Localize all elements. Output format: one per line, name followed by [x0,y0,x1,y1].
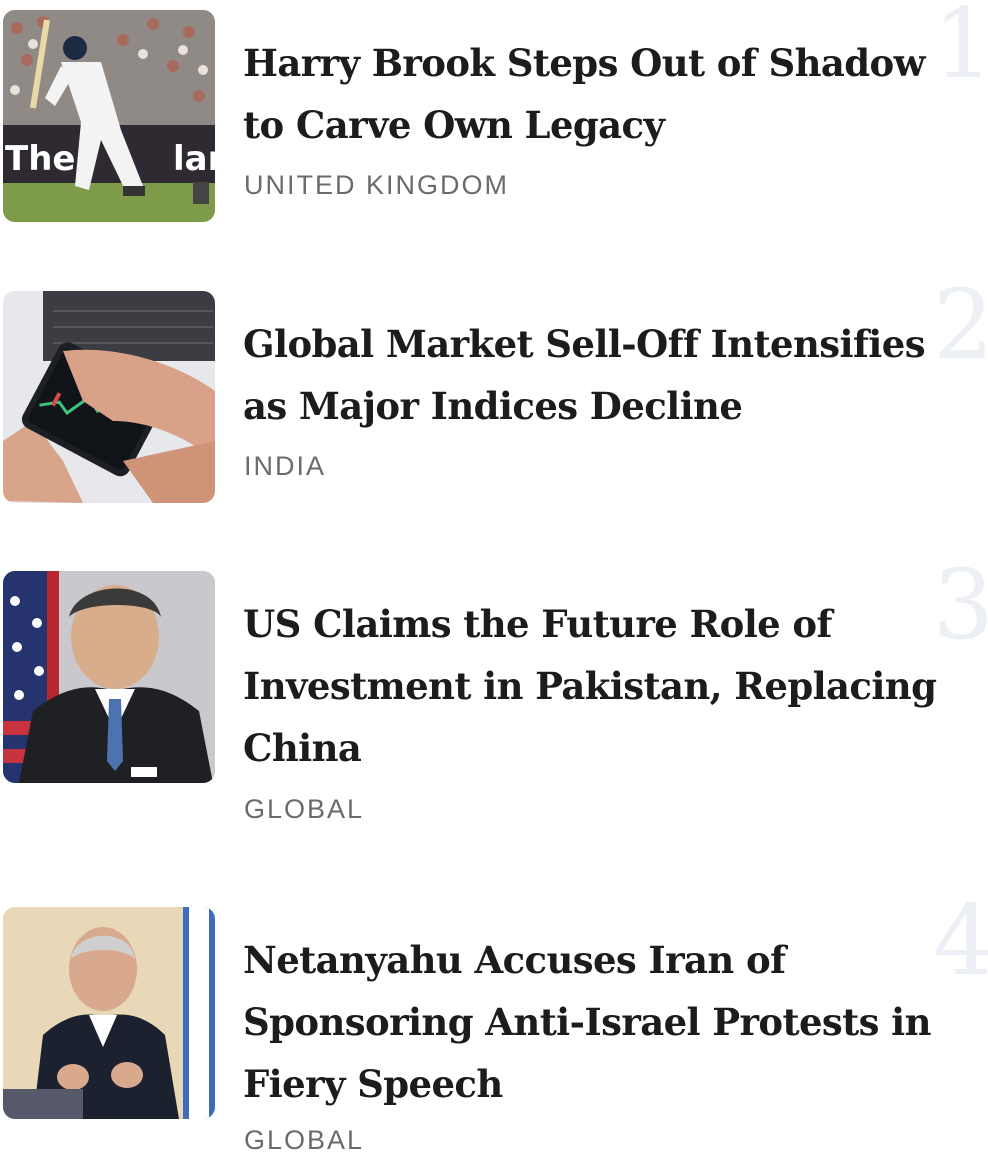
article-thumbnail[interactable] [3,571,215,783]
list-item[interactable]: 2 Global Market Sell-Off Intensifies as … [0,277,988,531]
article-headline[interactable]: US Claims the Future Role of Investment … [243,593,958,779]
svg-text:lar: lar [173,139,215,179]
list-item[interactable]: 4 Netanyahu Accuses Iran of Sponsoring A… [0,893,988,1172]
article-thumbnail[interactable]: The lar [3,10,215,222]
article-category[interactable]: GLOBAL [244,794,364,825]
diplomat-portrait-image [3,571,215,783]
article-category[interactable]: UNITED KINGDOM [244,170,509,201]
svg-text:The: The [5,139,75,179]
article-thumbnail[interactable] [3,907,215,1119]
speaker-at-podium-image [3,907,215,1119]
article-category[interactable]: INDIA [244,451,326,482]
cricket-batsman-image: The lar [3,10,215,222]
stock-chart-phone-image [3,291,215,503]
article-thumbnail[interactable] [3,291,215,503]
most-read-list: The lar 1 Harry Brook Steps Out of Shado… [0,0,988,1172]
article-headline[interactable]: Global Market Sell-Off Intensifies as Ma… [243,313,958,437]
list-item[interactable]: The lar 1 Harry Brook Steps Out of Shado… [0,0,988,250]
list-item[interactable]: 3 US Claims the Future Role of Investmen… [0,557,988,871]
article-category[interactable]: GLOBAL [244,1125,364,1156]
article-headline[interactable]: Harry Brook Steps Out of Shadow to Carve… [243,32,958,156]
article-headline[interactable]: Netanyahu Accuses Iran of Sponsoring Ant… [243,929,958,1115]
